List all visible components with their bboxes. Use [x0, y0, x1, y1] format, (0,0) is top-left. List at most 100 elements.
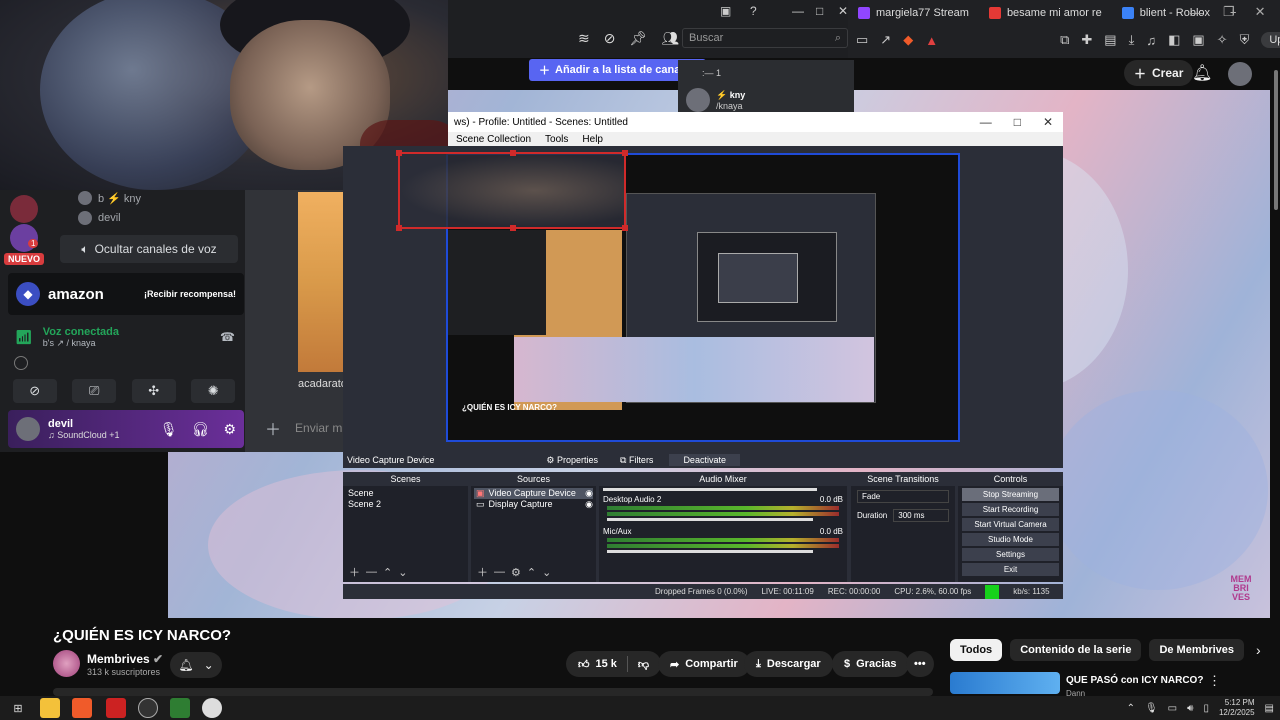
member-item[interactable]: ⚡ kny /knaya: [678, 86, 854, 114]
volume-slider[interactable]: [603, 488, 817, 491]
create-button[interactable]: ＋ Crear: [1124, 60, 1194, 86]
recommended-thumbnail[interactable]: [950, 672, 1060, 694]
amazon-promo-card[interactable]: ◆ amazon ¡Recibir recompensa!: [8, 273, 244, 315]
thumbs-down-icon[interactable]: 👎︎: [638, 658, 649, 671]
chevron-up-icon[interactable]: ⌃: [1127, 703, 1135, 714]
help-icon[interactable]: ?: [750, 4, 757, 18]
eye-icon[interactable]: ◉: [585, 499, 593, 510]
chevron-right-icon[interactable]: ›: [1256, 642, 1261, 658]
minimize-icon[interactable]: —: [792, 4, 804, 18]
sidebar-icon[interactable]: ◧: [1168, 32, 1180, 48]
share-icon[interactable]: ↗: [880, 32, 891, 48]
add-icon[interactable]: ＋: [477, 564, 488, 580]
close-icon[interactable]: ✕: [838, 4, 848, 18]
clock[interactable]: 5:12 PM 12/2/2025: [1219, 698, 1255, 718]
minimize-icon[interactable]: —: [980, 115, 992, 129]
screen-share-icon[interactable]: ⎚: [72, 379, 117, 403]
minimize-icon[interactable]: —: [1190, 5, 1203, 20]
like-button[interactable]: 👍︎ 15 k 👎︎: [566, 651, 662, 677]
gear-icon[interactable]: ⚙: [511, 566, 521, 579]
update-button[interactable]: Update: [1261, 32, 1280, 48]
chip-series[interactable]: Contenido de la serie: [1010, 639, 1142, 661]
puzzle-icon[interactable]: ✚: [1081, 32, 1092, 48]
volume-slider[interactable]: [607, 518, 813, 521]
browser-tab[interactable]: margiela77 Stream: [848, 0, 979, 26]
account-avatar[interactable]: [1228, 62, 1252, 86]
battery-icon[interactable]: ▯: [1203, 703, 1209, 714]
brave-browser-icon[interactable]: [72, 698, 92, 718]
soundboard-icon[interactable]: ✺: [191, 379, 236, 403]
app-icon[interactable]: [106, 698, 126, 718]
media-icon[interactable]: ♫: [1146, 33, 1156, 48]
obs-icon[interactable]: [138, 698, 158, 718]
move-up-icon[interactable]: ⌃: [383, 566, 392, 579]
headphones-icon[interactable]: 🎧︎: [192, 421, 210, 438]
menu-tools[interactable]: Tools: [545, 134, 568, 145]
selected-source-bounds[interactable]: [396, 150, 628, 231]
maximize-icon[interactable]: □: [816, 4, 823, 18]
scene-item[interactable]: Scene: [346, 488, 465, 499]
camera-off-icon[interactable]: ⊘: [12, 379, 57, 403]
avatar[interactable]: [16, 417, 40, 441]
source-item[interactable]: ▣ Video Capture Device ◉: [474, 488, 593, 499]
microphone-icon[interactable]: 🎙︎: [160, 421, 178, 438]
vpn-icon[interactable]: ⛨: [1240, 32, 1250, 48]
file-explorer-icon[interactable]: [40, 698, 60, 718]
windows-start-icon[interactable]: ⊞: [8, 698, 28, 718]
wallet-icon[interactable]: ▣: [1192, 32, 1204, 48]
members-icon[interactable]: 👥︎: [661, 30, 679, 47]
eye-icon[interactable]: ◉: [585, 488, 593, 499]
exit-button[interactable]: Exit: [962, 563, 1059, 576]
description-box[interactable]: [53, 688, 933, 696]
leo-icon[interactable]: ✧: [1217, 32, 1228, 48]
notifications-icon[interactable]: 🔔︎: [1192, 63, 1212, 83]
reader-icon[interactable]: ▤: [1104, 32, 1116, 48]
share-button[interactable]: ➦ Compartir: [658, 651, 750, 677]
activities-icon[interactable]: ✣: [131, 379, 176, 403]
volume-icon[interactable]: 🔊︎: [1187, 703, 1193, 714]
download-button[interactable]: ⤓ Descargar: [744, 651, 833, 677]
channel-name[interactable]: Membrives ✔: [87, 652, 163, 666]
chip-all[interactable]: Todos: [950, 639, 1003, 661]
hide-voice-channels-button[interactable]: 🔈︎ Ocultar canales de voz: [60, 235, 238, 263]
network-icon[interactable]: ▭: [1168, 703, 1177, 714]
pin-icon[interactable]: 📌︎: [629, 30, 647, 47]
duration-input[interactable]: 300 ms: [893, 509, 949, 522]
cast-icon[interactable]: ▭: [856, 32, 868, 48]
subscription-bell-button[interactable]: 🔔︎ ⌄: [170, 652, 222, 678]
browser-tab[interactable]: besame mi amor re: [979, 0, 1112, 26]
deactivate-button[interactable]: Deactivate: [669, 454, 740, 466]
more-actions-button[interactable]: •••: [906, 651, 934, 677]
threads-icon[interactable]: ≋: [578, 30, 590, 47]
remove-icon[interactable]: —: [494, 566, 505, 578]
server-icon[interactable]: [10, 195, 38, 223]
noise-icon[interactable]: [14, 356, 28, 370]
close-icon[interactable]: ✕: [1043, 115, 1053, 129]
chip-channel[interactable]: De Membrives: [1149, 639, 1245, 661]
voice-user[interactable]: devil: [78, 211, 121, 225]
page-scrollbar[interactable]: [1272, 60, 1280, 210]
channel-avatar[interactable]: [53, 650, 80, 677]
voice-user[interactable]: b ⚡ kny: [78, 191, 141, 205]
start-virtual-camera-button[interactable]: Start Virtual Camera: [962, 518, 1059, 531]
extensions-icon[interactable]: ⧉: [1060, 32, 1069, 48]
close-icon[interactable]: ✕: [1255, 4, 1266, 20]
disconnect-icon[interactable]: ☎: [220, 330, 235, 344]
microphone-icon[interactable]: 🎙︎: [1145, 703, 1158, 714]
shared-image[interactable]: [298, 192, 344, 372]
add-icon[interactable]: ＋: [349, 564, 360, 580]
message-input[interactable]: ＋ Enviar m: [255, 412, 345, 444]
move-up-icon[interactable]: ⌃: [527, 566, 536, 579]
rewards-icon[interactable]: ▲: [925, 33, 938, 48]
app-icon[interactable]: [202, 698, 222, 718]
stop-streaming-button[interactable]: Stop Streaming: [962, 488, 1059, 501]
remove-icon[interactable]: —: [366, 566, 377, 578]
mute-icon[interactable]: ⊘: [604, 30, 616, 47]
menu-help[interactable]: Help: [582, 134, 603, 145]
studio-mode-button[interactable]: Studio Mode: [962, 533, 1059, 546]
settings-button[interactable]: Settings: [962, 548, 1059, 561]
recommended-title[interactable]: QUE PASÓ con ICY NARCO?: [1066, 675, 1203, 686]
maximize-icon[interactable]: ❐: [1223, 4, 1235, 20]
plus-icon[interactable]: ＋: [265, 416, 281, 440]
source-item[interactable]: ▭ Display Capture ◉: [474, 499, 593, 510]
